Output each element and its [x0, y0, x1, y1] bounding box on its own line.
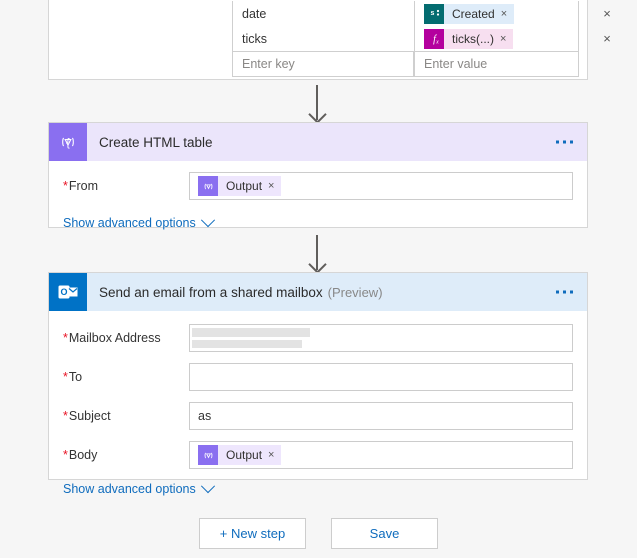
token-label: ticks(...)	[452, 31, 494, 46]
card-body: *Mailbox Address *To *Subject as *Body O…	[49, 311, 587, 510]
chevron-down-icon	[200, 479, 215, 494]
body-input[interactable]: Output ×	[189, 441, 573, 469]
key-value-table: date s Created × × ticks f x ticks(...) …	[232, 1, 611, 77]
more-commands-icon[interactable]	[556, 290, 573, 294]
required-asterisk: *	[63, 370, 68, 384]
token-remove-icon[interactable]: ×	[501, 8, 514, 20]
value-cell[interactable]: f x ticks(...) ×	[414, 26, 579, 51]
parameters-card: date s Created × × ticks f x ticks(...) …	[48, 0, 611, 80]
token-chip-created[interactable]: s Created ×	[424, 3, 515, 24]
card-title: Send an email from a shared mailbox	[99, 284, 323, 300]
field-label-text: From	[68, 179, 99, 193]
connector-arrow	[316, 85, 318, 120]
field-subject: *Subject as	[49, 401, 587, 431]
table-new-row: Enter key Enter value	[232, 51, 579, 77]
field-label: *Body	[63, 448, 189, 462]
field-label-text: Mailbox Address	[68, 331, 161, 345]
new-key-input[interactable]: Enter key	[232, 51, 414, 77]
field-label: *To	[63, 370, 189, 384]
new-value-input[interactable]: Enter value	[414, 51, 579, 77]
delete-row-icon[interactable]: ×	[590, 1, 624, 26]
data-operation-icon	[198, 176, 218, 196]
required-asterisk: *	[63, 331, 68, 345]
field-to: *To	[49, 362, 587, 392]
token-chip-output[interactable]: Output ×	[198, 445, 282, 465]
footer-actions: + New step Save	[0, 518, 637, 549]
token-remove-icon[interactable]: ×	[268, 449, 281, 461]
show-advanced-options-link[interactable]: Show advanced options	[63, 479, 215, 496]
show-advanced-options-link[interactable]: Show advanced options	[63, 213, 215, 230]
card-title: Create HTML table	[99, 134, 213, 150]
key-cell[interactable]: date	[232, 1, 414, 26]
data-operation-icon	[198, 445, 218, 465]
to-input[interactable]	[189, 363, 573, 391]
field-label: *From	[63, 179, 189, 193]
connector-arrow	[316, 235, 318, 270]
field-label: *Subject	[63, 409, 189, 423]
from-input[interactable]: Output ×	[189, 172, 573, 200]
expression-icon: f x	[424, 28, 444, 49]
chevron-down-icon	[200, 213, 215, 228]
data-operation-icon: {	[49, 123, 87, 161]
card-body: *From Output × Show advanced options	[49, 161, 587, 244]
svg-text:x: x	[435, 40, 439, 46]
redacted-value	[193, 368, 298, 384]
redacted-value	[192, 328, 310, 337]
field-from: *From Output ×	[49, 171, 587, 201]
delete-row-icon[interactable]: ×	[590, 26, 624, 51]
required-asterisk: *	[63, 409, 68, 423]
save-button[interactable]: Save	[331, 518, 438, 549]
token-chip-output[interactable]: Output ×	[198, 176, 282, 196]
show-advanced-options-label: Show advanced options	[63, 482, 196, 496]
show-advanced-options-label: Show advanced options	[63, 216, 196, 230]
more-commands-icon[interactable]	[556, 140, 573, 144]
sharepoint-icon: s	[424, 3, 444, 24]
field-label: *Mailbox Address	[63, 331, 189, 345]
required-asterisk: *	[63, 448, 68, 462]
mailbox-address-input[interactable]	[189, 324, 573, 352]
svg-text:s: s	[431, 10, 435, 17]
new-step-button[interactable]: + New step	[199, 518, 306, 549]
subject-input[interactable]: as	[189, 402, 573, 430]
key-cell[interactable]: ticks	[232, 26, 414, 51]
token-label: Output	[226, 179, 263, 193]
token-label: Output	[226, 448, 263, 462]
outlook-icon: O	[49, 273, 87, 311]
token-chip-expression[interactable]: f x ticks(...) ×	[424, 28, 514, 49]
field-label-text: Body	[68, 448, 98, 462]
card-subtitle: (Preview)	[327, 284, 383, 300]
send-email-card: O Send an email from a shared mailbox (P…	[48, 272, 588, 496]
value-cell[interactable]: s Created ×	[414, 1, 579, 26]
table-row: date s Created × ×	[232, 1, 611, 26]
required-asterisk: *	[63, 179, 68, 193]
card-header[interactable]: O Send an email from a shared mailbox (P…	[49, 273, 587, 311]
svg-text:O: O	[60, 287, 67, 297]
token-remove-icon[interactable]: ×	[500, 33, 513, 45]
table-row: ticks f x ticks(...) × ×	[232, 26, 611, 51]
subject-value: as	[198, 409, 212, 423]
field-body: *Body Output ×	[49, 440, 587, 470]
create-html-table-card: { Create HTML table *From Output × Show …	[48, 122, 588, 230]
token-label: Created	[452, 6, 495, 21]
field-mailbox-address: *Mailbox Address	[49, 323, 587, 353]
card-header[interactable]: { Create HTML table	[49, 123, 587, 161]
redacted-value	[192, 340, 302, 348]
field-label-text: Subject	[68, 409, 111, 423]
field-label-text: To	[68, 370, 83, 384]
token-remove-icon[interactable]: ×	[268, 180, 281, 192]
